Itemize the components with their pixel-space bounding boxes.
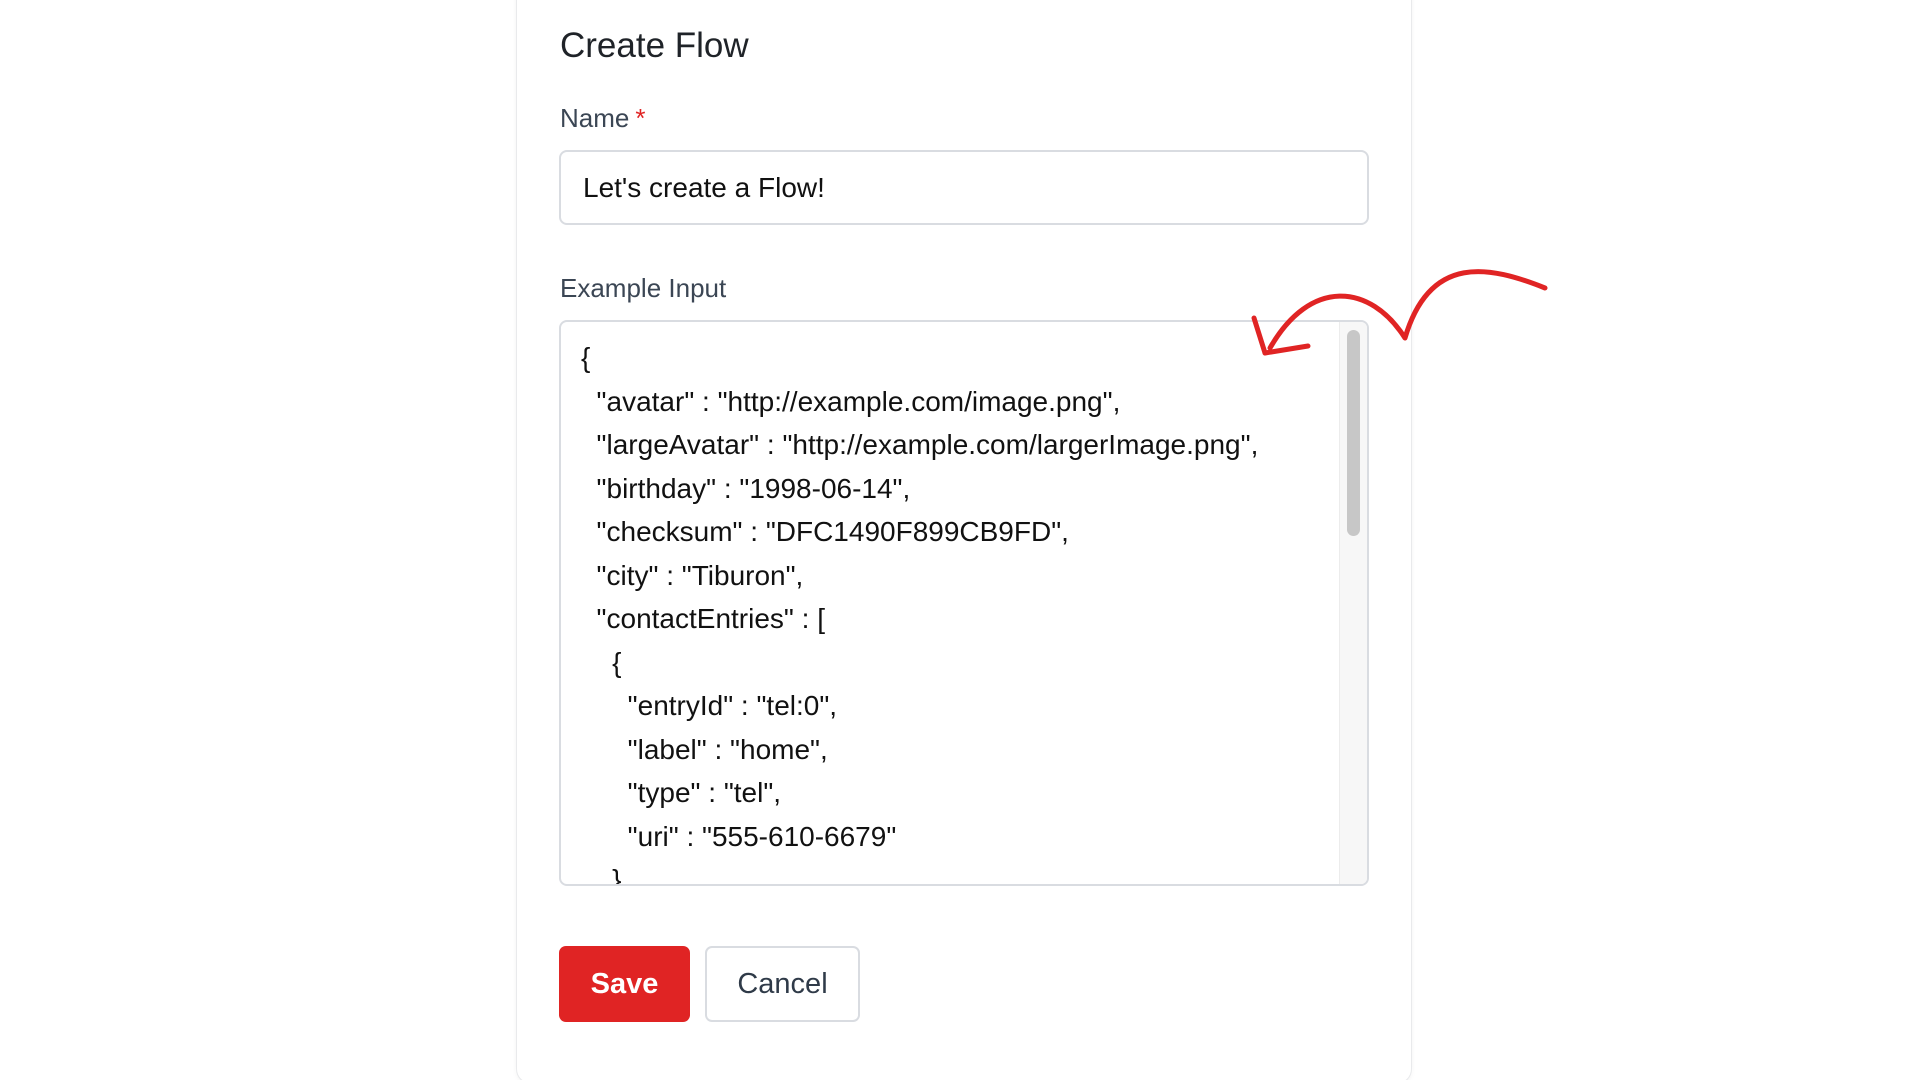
screen: Create Flow Name* Example Input { "avata… bbox=[0, 0, 1920, 1080]
required-marker: * bbox=[635, 103, 646, 133]
create-flow-dialog: Create Flow Name* Example Input { "avata… bbox=[517, 0, 1411, 1080]
name-label: Name * bbox=[560, 101, 645, 135]
example-input-label: Example Input bbox=[560, 273, 727, 303]
dialog-title: Create Flow bbox=[560, 26, 749, 65]
example-input-code[interactable]: { "avatar" : "http://example.com/image.p… bbox=[581, 336, 1258, 884]
name-input[interactable] bbox=[559, 150, 1369, 225]
name-label-text: Name bbox=[560, 103, 630, 133]
textarea-scrollbar[interactable] bbox=[1339, 322, 1367, 884]
example-input-textarea[interactable]: { "avatar" : "http://example.com/image.p… bbox=[559, 320, 1369, 886]
cancel-button[interactable]: Cancel bbox=[705, 946, 860, 1022]
save-button[interactable]: Save bbox=[559, 946, 690, 1022]
curved-arrow-icon bbox=[1251, 269, 1548, 356]
